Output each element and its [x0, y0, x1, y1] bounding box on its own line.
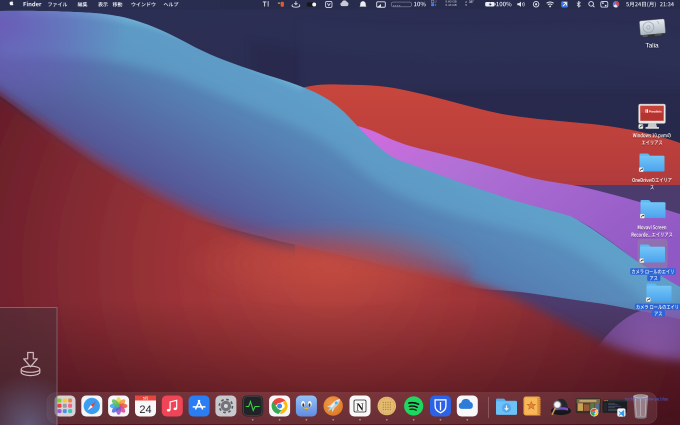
svg-text:24: 24 — [139, 404, 151, 416]
svg-text:Parallels: Parallels — [649, 110, 662, 114]
svg-text:5: 5 — [465, 3, 467, 7]
svg-text:Talia: Talia — [645, 43, 659, 50]
svg-text:N: N — [356, 402, 364, 413]
svg-text:5.43 GB: 5.43 GB — [445, 3, 456, 7]
svg-text:5月: 5月 — [143, 397, 148, 401]
svg-text:38°: 38° — [469, 0, 475, 4]
